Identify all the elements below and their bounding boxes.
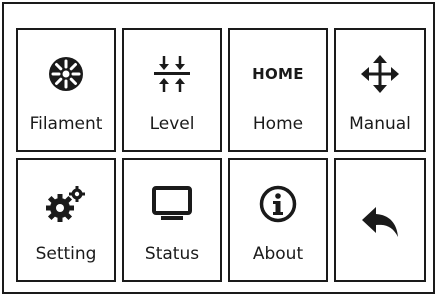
setting-label: Setting: [35, 244, 97, 264]
level-icon: [124, 52, 220, 96]
level-label: Level: [149, 114, 195, 134]
status-label: Status: [144, 244, 200, 264]
setting-button[interactable]: Setting: [16, 158, 116, 282]
home-label: Home: [252, 114, 304, 134]
level-button[interactable]: Level: [122, 28, 222, 152]
menu-screen: Filament Level HOME Home Manual Setting …: [2, 2, 435, 294]
filament-icon: [18, 52, 114, 96]
home-text-icon: HOME: [230, 52, 326, 96]
info-icon: [230, 182, 326, 226]
about-label: About: [252, 244, 304, 264]
home-icon-text: HOME: [252, 65, 304, 83]
back-button[interactable]: [334, 158, 426, 282]
filament-button[interactable]: Filament: [16, 28, 116, 152]
status-button[interactable]: Status: [122, 158, 222, 282]
manual-button[interactable]: Manual: [334, 28, 426, 152]
filament-label: Filament: [29, 114, 103, 134]
manual-label: Manual: [349, 114, 411, 134]
about-button[interactable]: About: [228, 158, 328, 282]
monitor-icon: [124, 182, 220, 226]
gears-icon: [18, 182, 114, 226]
home-button[interactable]: HOME Home: [228, 28, 328, 152]
back-arrow-icon: [336, 200, 424, 244]
move-arrows-icon: [336, 52, 424, 96]
